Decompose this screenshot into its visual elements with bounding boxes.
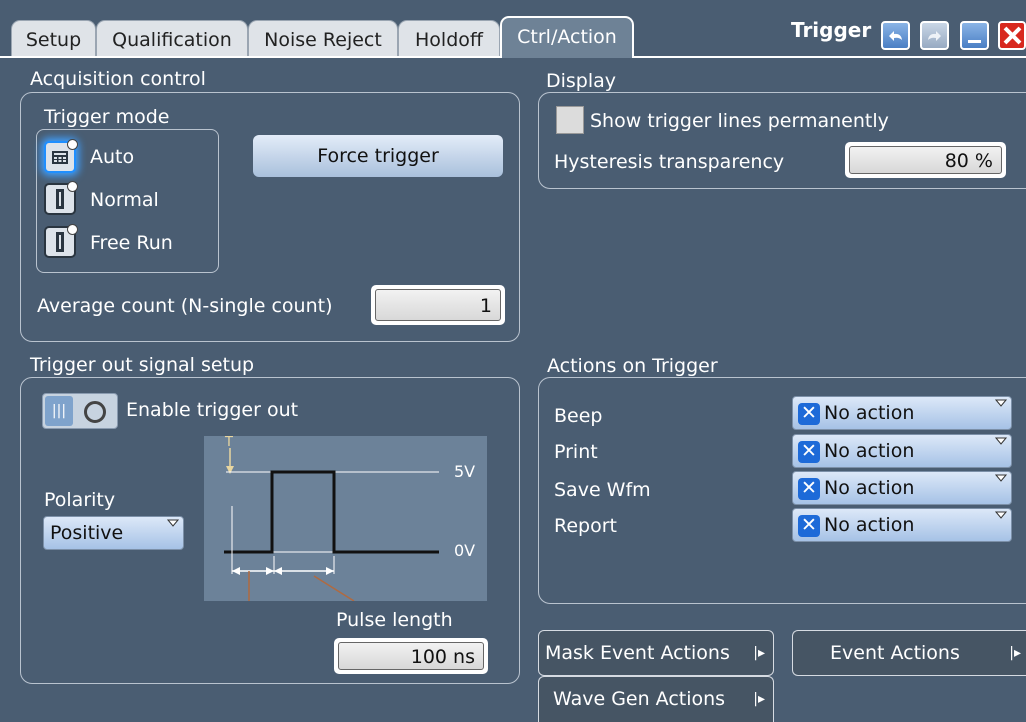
average-count-value: 1 <box>375 289 501 321</box>
action-report-value: No action <box>824 514 915 536</box>
hysteresis-transparency-label: Hysteresis transparency <box>554 151 785 173</box>
wave-gen-actions-button[interactable]: Wave Gen Actions |▸ <box>538 676 774 722</box>
action-beep-label: Beep <box>554 405 603 427</box>
minimize-button[interactable] <box>960 21 989 50</box>
polarity-value: Positive <box>50 522 124 544</box>
hysteresis-transparency-value: 80 % <box>849 146 1002 174</box>
pulse-length-field[interactable]: 100 ns <box>334 638 488 674</box>
action-beep-value: No action <box>824 402 915 424</box>
mode-normal-label: Normal <box>90 189 159 211</box>
enable-trigger-out-toggle[interactable]: ||| <box>42 393 118 429</box>
dropdown-arrow-icon <box>995 511 1007 519</box>
no-action-icon: ✕ <box>798 403 820 425</box>
event-actions-button[interactable]: Event Actions |▸ <box>792 630 1026 676</box>
action-save-wfm-value: No action <box>824 477 915 499</box>
pulse-diagram-waveform <box>224 448 439 601</box>
minimize-icon <box>968 40 981 43</box>
diagram-t-label: T <box>225 435 233 450</box>
show-trigger-lines-checkbox[interactable] <box>556 106 584 134</box>
pulse-length-label: Pulse length <box>336 609 453 631</box>
polarity-select[interactable]: Positive <box>43 516 184 550</box>
dropdown-arrow-icon <box>995 399 1007 407</box>
trigger-mode-title: Trigger mode <box>44 106 170 128</box>
diagram-0v-label: 0V <box>454 541 476 560</box>
polarity-label: Polarity <box>44 489 116 511</box>
redo-icon <box>928 31 941 41</box>
enable-trigger-out-label: Enable trigger out <box>126 399 299 421</box>
dropdown-arrow-icon <box>995 437 1007 445</box>
actions-on-trigger-title: Actions on Trigger <box>547 355 718 377</box>
undo-button[interactable] <box>881 21 910 50</box>
average-count-field[interactable]: 1 <box>371 285 505 325</box>
action-print-label: Print <box>554 441 598 463</box>
average-count-label: Average count (N-single count) <box>37 295 333 317</box>
no-action-icon: ✕ <box>798 441 820 463</box>
action-beep-select[interactable]: ✕ No action <box>792 396 1012 430</box>
wave-gen-actions-label: Wave Gen Actions <box>553 688 726 710</box>
window-title: Trigger <box>791 18 872 42</box>
redo-button[interactable] <box>920 21 949 50</box>
no-action-icon: ✕ <box>798 478 820 500</box>
mode-free-run-radio[interactable] <box>44 224 78 258</box>
action-print-value: No action <box>824 440 915 462</box>
submenu-arrow-icon: |▸ <box>753 645 765 661</box>
no-action-icon: ✕ <box>798 515 820 537</box>
submenu-arrow-icon: |▸ <box>753 691 765 707</box>
action-print-select[interactable]: ✕ No action <box>792 434 1012 468</box>
pulse-length-value: 100 ns <box>338 642 484 670</box>
mask-event-actions-button[interactable]: Mask Event Actions |▸ <box>538 630 774 676</box>
dropdown-arrow-icon <box>167 519 179 527</box>
close-button[interactable] <box>998 21 1026 50</box>
trigger-out-title: Trigger out signal setup <box>30 354 255 376</box>
mode-auto-label: Auto <box>90 146 135 168</box>
diagram-5v-label: 5V <box>454 462 476 481</box>
hysteresis-transparency-field[interactable]: 80 % <box>845 142 1006 178</box>
toggle-circle-icon <box>84 401 106 423</box>
dropdown-arrow-icon <box>995 474 1007 482</box>
display-title: Display <box>546 70 617 92</box>
tab-qualification[interactable]: Qualification <box>96 20 248 56</box>
action-report-select[interactable]: ✕ No action <box>792 508 1012 542</box>
tab-ctrl-action[interactable]: Ctrl/Action <box>500 16 634 58</box>
tab-noise-reject[interactable]: Noise Reject <box>248 20 398 56</box>
submenu-arrow-icon: |▸ <box>1009 645 1021 661</box>
tab-setup[interactable]: Setup <box>11 20 96 56</box>
close-icon <box>1003 26 1022 45</box>
mode-auto-radio[interactable] <box>44 139 78 173</box>
mask-event-actions-label: Mask Event Actions <box>545 642 730 664</box>
toggle-handle-icon: ||| <box>45 396 73 426</box>
tab-holdoff[interactable]: Holdoff <box>398 20 500 56</box>
undo-icon <box>889 31 902 41</box>
action-save-wfm-label: Save Wfm <box>554 479 651 501</box>
action-report-label: Report <box>554 515 617 537</box>
event-actions-label: Event Actions <box>830 642 960 664</box>
show-trigger-lines-label: Show trigger lines permanently <box>590 110 889 132</box>
force-trigger-button[interactable]: Force trigger <box>253 135 503 177</box>
action-save-wfm-select[interactable]: ✕ No action <box>792 471 1012 505</box>
acquisition-control-title: Acquisition control <box>30 68 206 90</box>
mode-normal-radio[interactable] <box>44 181 78 215</box>
mode-free-run-label: Free Run <box>90 232 173 254</box>
